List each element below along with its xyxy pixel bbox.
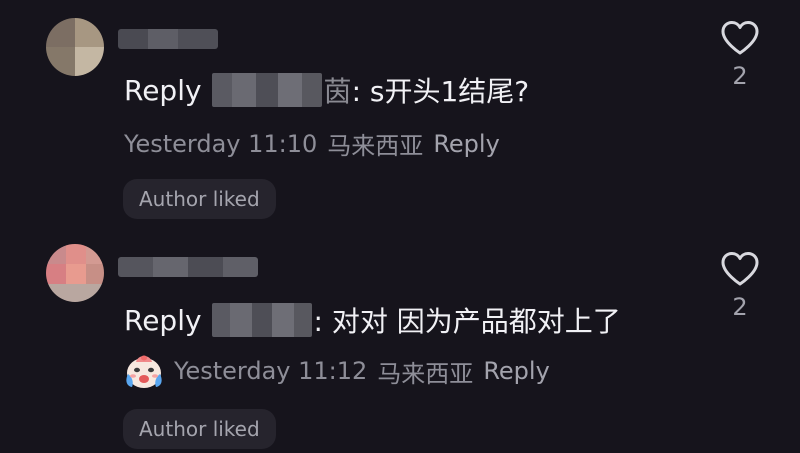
comment-text: Reply : 对对 因为产品都对上了 bbox=[124, 300, 621, 340]
mention-blurred[interactable] bbox=[211, 73, 322, 107]
mention-blurred[interactable] bbox=[211, 303, 312, 337]
region: 马来西亚 bbox=[377, 359, 474, 388]
reply-button[interactable]: Reply bbox=[433, 130, 499, 158]
timestamp: Yesterday 11:12 bbox=[174, 357, 368, 385]
comment-body: : 对对 因为产品都对上了 bbox=[313, 305, 621, 338]
heart-outline-icon[interactable] bbox=[720, 251, 760, 287]
crying-face-emoji bbox=[124, 352, 164, 390]
comment-body: : s开头1结尾? bbox=[351, 75, 530, 108]
like-count: 2 bbox=[732, 293, 748, 321]
comment-meta: Yesterday 11:10 马来西亚 Reply bbox=[124, 126, 500, 161]
author-liked-badge: Author liked bbox=[123, 409, 276, 449]
username-blurred[interactable] bbox=[118, 26, 218, 52]
username-blurred[interactable] bbox=[118, 254, 258, 280]
author-liked-badge: Author liked bbox=[123, 179, 276, 219]
like-column: 2 bbox=[718, 251, 762, 321]
avatar[interactable] bbox=[46, 244, 104, 302]
region: 马来西亚 bbox=[327, 132, 424, 160]
like-count: 2 bbox=[732, 62, 748, 90]
like-column: 2 bbox=[718, 20, 762, 90]
reply-prefix: Reply bbox=[124, 303, 202, 337]
reply-prefix: Reply bbox=[124, 73, 202, 107]
comment-text: Reply 茵 : s开头1结尾? bbox=[124, 70, 529, 110]
avatar[interactable] bbox=[46, 18, 104, 76]
comment-meta: Yesterday 11:12 马来西亚 Reply bbox=[124, 352, 550, 390]
heart-outline-icon[interactable] bbox=[720, 20, 760, 56]
reply-button[interactable]: Reply bbox=[483, 357, 549, 385]
mention-tail: 茵 bbox=[323, 75, 352, 108]
timestamp: Yesterday 11:10 bbox=[124, 129, 318, 158]
